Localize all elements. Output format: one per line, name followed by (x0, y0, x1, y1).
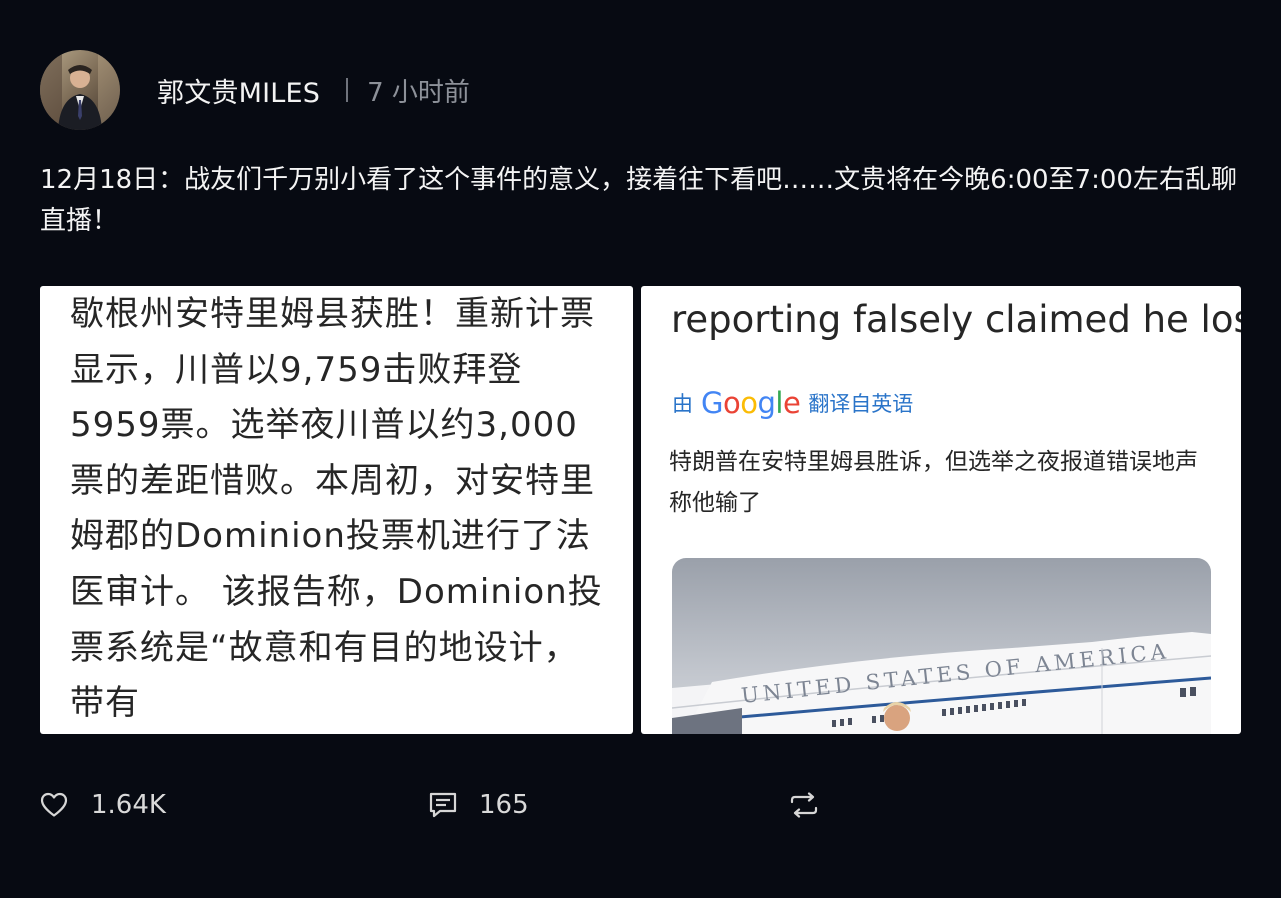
heart-icon[interactable] (40, 792, 68, 818)
action-bar: 1.64K 165 (0, 783, 1281, 827)
translated-by-prefix: 由 (672, 392, 693, 416)
google-letter: g (757, 386, 776, 420)
post-image-left[interactable]: 歇根州安特里姆县获胜！重新计票显示，川普以9,759击败拜登5959票。选举夜川… (40, 286, 633, 734)
comment-count: 165 (479, 790, 529, 820)
comment-action[interactable]: 165 (428, 783, 529, 827)
google-letter: l (775, 386, 783, 420)
google-letter: o (740, 386, 758, 420)
google-letter: G (701, 386, 723, 420)
post-time: 7 小时前 (367, 77, 470, 108)
google-letter: e (782, 386, 801, 420)
image-right-translation: 特朗普在安特里姆县胜诉，但选举之夜报道错误地声称他输了 (669, 449, 1198, 516)
header-separator (346, 78, 349, 102)
like-count: 1.64K (91, 790, 166, 820)
repost-action[interactable] (788, 783, 820, 827)
image-left-text: 歇根州安特里姆县获胜！重新计票显示，川普以9,759击败拜登5959票。选举夜川… (70, 294, 603, 724)
translated-by-suffix: 翻译自英语 (808, 392, 914, 416)
google-letter: o (722, 386, 741, 420)
post-card: 郭文贵MILES 7 小时前 12月18日：战友们千万别小看了这个事件的意义，接… (0, 0, 1281, 898)
air-force-one-photo: UNITED STATES OF AMERICA (672, 558, 1211, 734)
translated-by-google: 由 Google 翻译自英语 (672, 386, 913, 420)
author-name[interactable]: 郭文贵MILES (157, 71, 320, 110)
image-right-headline: reporting falsely claimed he lost (671, 298, 1241, 341)
avatar[interactable] (40, 50, 120, 130)
like-action[interactable]: 1.64K (40, 783, 166, 827)
post-text: 12月18日：战友们千万别小看了这个事件的意义，接着往下看吧……文贵将在今晚6:… (40, 165, 1237, 236)
post-image-right[interactable]: reporting falsely claimed he lost 由 Goog… (641, 286, 1241, 734)
comment-icon[interactable] (428, 791, 458, 819)
repost-icon[interactable] (788, 792, 820, 818)
google-logo: Google (701, 386, 801, 420)
post-header: 郭文贵MILES 7 小时前 (40, 50, 470, 130)
